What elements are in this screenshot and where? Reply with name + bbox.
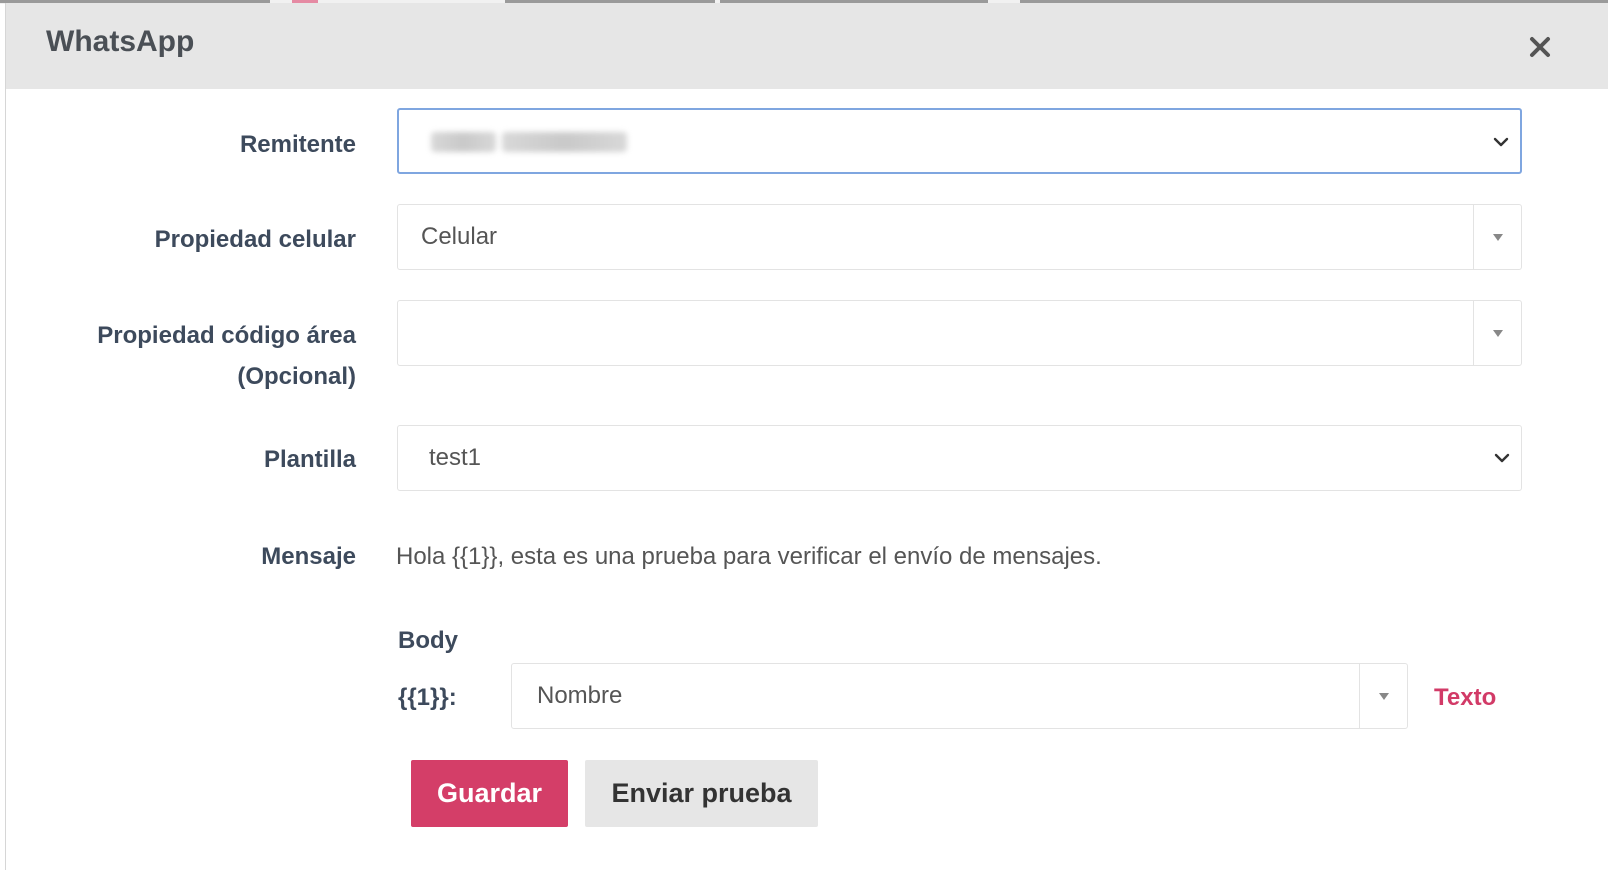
send-test-button[interactable]: Enviar prueba	[585, 760, 818, 827]
variable-1-dropdown-toggle[interactable]	[1359, 664, 1407, 728]
caret-down-icon	[1492, 233, 1503, 241]
message-label: Mensaje	[261, 543, 356, 570]
area-code-label-line2: (Opcional)	[237, 363, 356, 390]
template-select[interactable]: test1	[397, 425, 1522, 491]
phone-property-select[interactable]: Celular	[397, 204, 1522, 270]
template-value: test1	[429, 444, 482, 471]
phone-property-dropdown-toggle[interactable]	[1473, 205, 1521, 269]
caret-down-icon	[1378, 692, 1389, 700]
template-label: Plantilla	[263, 446, 356, 473]
modal-title: WhatsApp	[46, 25, 195, 58]
caret-down-icon	[1492, 329, 1503, 337]
sender-label: Remitente	[239, 131, 356, 158]
close-icon	[1530, 37, 1550, 57]
variable-1-value: Nombre	[537, 682, 623, 709]
area-code-dropdown-toggle[interactable]	[1473, 301, 1521, 365]
variable-1-text-toggle-link[interactable]: Texto	[1434, 677, 1496, 718]
phone-property-label: Propiedad celular	[154, 226, 356, 253]
phone-property-value: Celular	[421, 223, 498, 250]
body-section-title: Body	[398, 627, 458, 654]
variable-1-select[interactable]: Nombre	[511, 663, 1408, 729]
sender-select[interactable]	[397, 108, 1522, 174]
save-button[interactable]: Guardar	[411, 760, 568, 827]
chevron-down-icon	[1493, 137, 1509, 147]
area-code-label: Propiedad código área (Opcional)	[6, 315, 356, 397]
variable-1-label: {{1}}:	[398, 684, 457, 711]
whatsapp-modal: WhatsApp Remitente Propiedad celular Cel…	[5, 3, 1608, 870]
modal-header: WhatsApp	[6, 3, 1608, 89]
message-preview: Hola {{1}}, esta es una prueba para veri…	[396, 543, 1102, 570]
chevron-down-icon	[1494, 453, 1510, 463]
area-code-label-line1: Propiedad código área	[97, 322, 356, 349]
close-button[interactable]	[1520, 27, 1560, 67]
area-code-property-select[interactable]	[397, 300, 1522, 366]
